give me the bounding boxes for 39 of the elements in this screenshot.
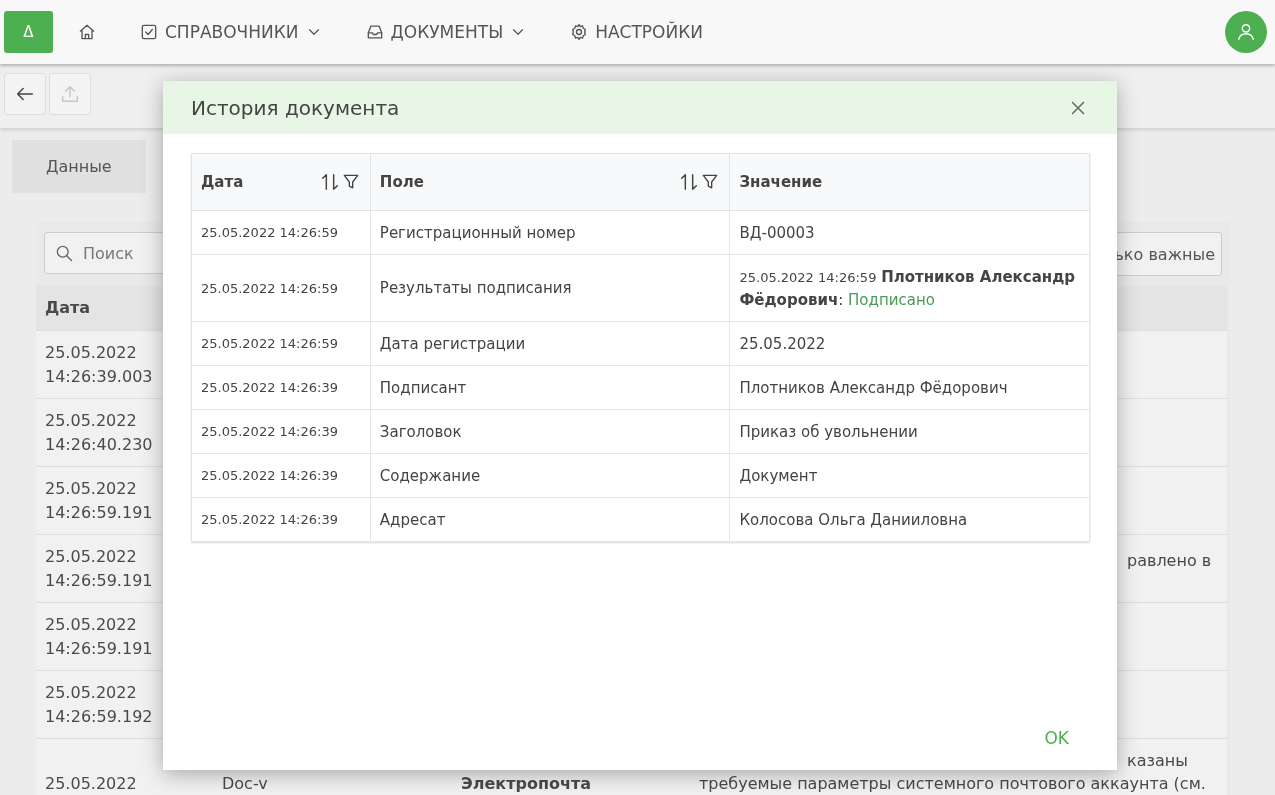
table-cell: Колосова Ольга Данииловна: [729, 497, 1090, 542]
table-cell: Дата регистрации: [370, 321, 730, 366]
home-icon: [77, 22, 97, 42]
table-cell: 25.05.2022 14:26:59: [191, 254, 371, 322]
user-avatar[interactable]: [1225, 11, 1267, 53]
column-header[interactable]: Значение: [729, 153, 1090, 211]
table-cell: Регистрационный номер: [370, 210, 730, 255]
menu-item[interactable]: НАСТРОЙКИ: [559, 14, 713, 50]
table-cell: 25.05.2022 14:26:39: [191, 365, 371, 410]
table-cell: ВД-00003: [729, 210, 1090, 255]
table-cell: 25.05.2022 14:26:39: [191, 497, 371, 542]
table-cell-text: казаны: [1126, 750, 1189, 772]
table-cell: 25.05.2022 14:26:59: [191, 210, 371, 255]
table-cell: Приказ об увольнении: [729, 409, 1090, 454]
upload-icon: [59, 83, 81, 105]
table-cell: Результаты подписания: [370, 254, 730, 322]
table-cell-text: требуемые параметры системного почтового аккаунта (см.: [699, 774, 1206, 793]
menu-item[interactable]: СПРАВОЧНИКИ: [129, 14, 333, 50]
column-header[interactable]: Дата: [191, 153, 371, 211]
table-cell: Документ: [729, 453, 1090, 498]
table-cell: Адресат: [370, 497, 730, 542]
table-cell-text: равлено в: [1126, 550, 1213, 572]
search-icon: [54, 243, 74, 263]
back-button[interactable]: [4, 73, 46, 115]
column-header[interactable]: Поле: [370, 153, 730, 211]
table-cell: 25.05.2022 14:26:39: [191, 453, 371, 498]
user-icon: [1235, 21, 1257, 43]
table-cell: Подписант: [370, 365, 730, 410]
tab[interactable]: Данные: [12, 140, 146, 193]
table-cell: 25.05.2022 14:26:59 Плотников Александр Фёдорович: Подписано: [729, 254, 1090, 322]
table-cell: Плотников Александр Фёдорович: [729, 365, 1090, 410]
checkbox-icon: [139, 22, 159, 42]
table-cell: 25.05.2022 14:26:39: [191, 409, 371, 454]
table-cell: 25.05.2022 14:26:59: [191, 321, 371, 366]
table-cell: Заголовок: [370, 409, 730, 454]
table-cell: 25.05.2022: [729, 321, 1090, 366]
menu-item[interactable]: ДОКУМЕНТЫ: [354, 14, 538, 50]
dialog-title: История документа: [191, 95, 400, 120]
table-cell: Содержание: [370, 453, 730, 498]
